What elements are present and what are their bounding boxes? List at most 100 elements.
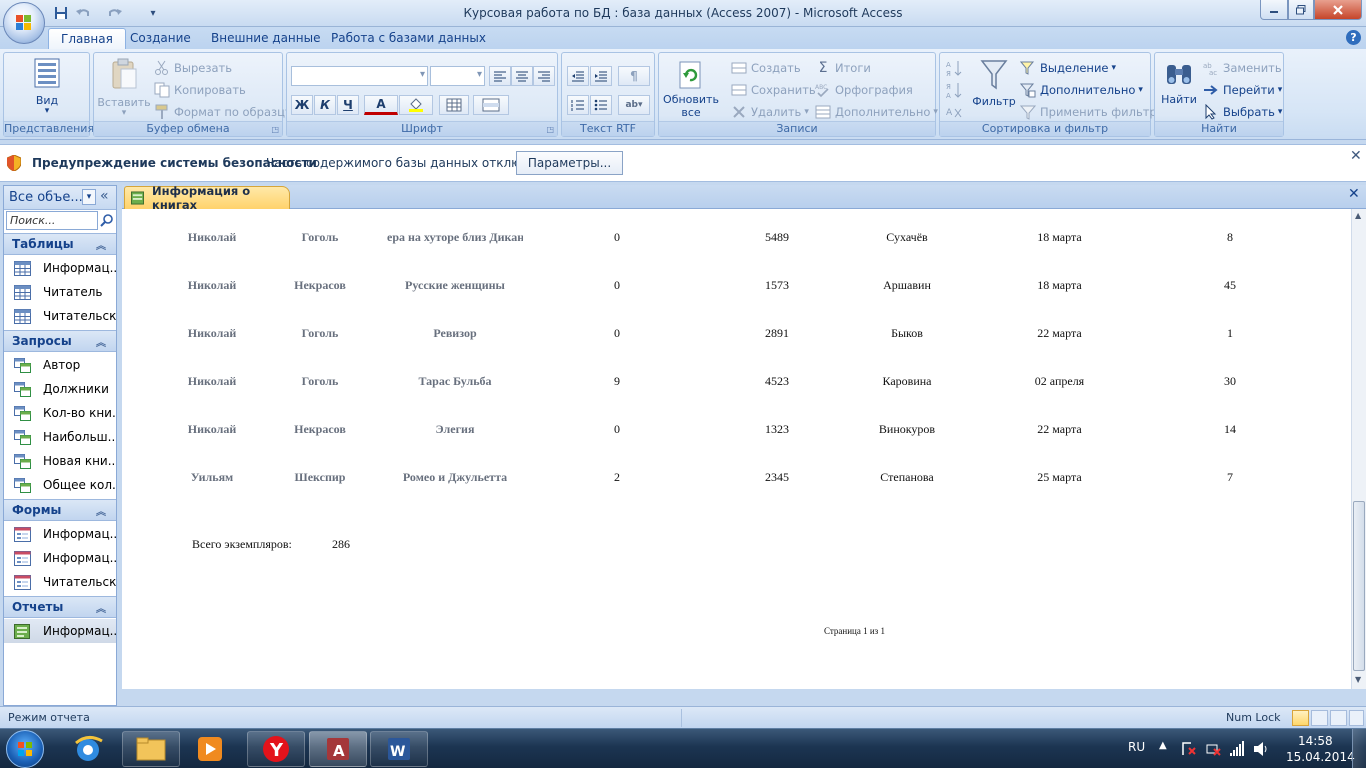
nav-item-form[interactable]: Читательск... (4, 570, 116, 594)
alt-fill-button[interactable] (473, 95, 509, 115)
layout-view-button[interactable] (1330, 710, 1347, 726)
spelling-button[interactable]: ABC Орфография (815, 80, 913, 100)
bullets-button[interactable] (590, 95, 612, 115)
nav-item-form[interactable]: Информац... (4, 546, 116, 570)
toggle-filter-button[interactable]: Применить фильтр (1020, 102, 1157, 122)
collapse-group-icon[interactable]: ︽ (96, 334, 106, 349)
highlight-button[interactable]: ab▾ (618, 95, 650, 115)
document-tab[interactable]: Информация о книгах (124, 184, 290, 212)
align-left-button[interactable] (489, 66, 511, 86)
nav-group-header-table[interactable]: Таблицы ︽ (4, 233, 116, 255)
language-indicator[interactable]: RU (1128, 740, 1145, 754)
restore-button[interactable] (1288, 0, 1314, 20)
taskbar-yandex[interactable]: Y (247, 731, 305, 767)
nav-item-query[interactable]: Должники (4, 377, 116, 401)
nav-item-query[interactable]: Кол-во кни... (4, 401, 116, 425)
cut-button[interactable]: Вырезать (154, 58, 232, 78)
nav-item-table[interactable]: Информац... (4, 256, 116, 280)
taskbar-word[interactable]: W (370, 731, 428, 767)
nav-group-header-report[interactable]: Отчеты ︽ (4, 596, 116, 618)
font-name-combo[interactable] (291, 66, 428, 86)
start-button[interactable] (6, 730, 44, 768)
totals-button[interactable]: Σ Итоги (815, 58, 871, 78)
clear-sort-icon[interactable]: A (946, 103, 962, 119)
save-record-button[interactable]: Сохранить (731, 80, 816, 100)
advanced-filter-button[interactable]: Дополнительно ▾ (1020, 80, 1143, 100)
report-view-button[interactable] (1292, 710, 1309, 726)
scroll-down-icon[interactable]: ▼ (1355, 675, 1361, 684)
close-button[interactable] (1314, 0, 1362, 20)
font-color-button[interactable]: A (364, 95, 398, 115)
nav-item-query[interactable]: Наибольш... (4, 425, 116, 449)
nav-item-table[interactable]: Читательск... (4, 304, 116, 328)
align-center-button[interactable] (511, 66, 533, 86)
nav-search-input[interactable]: Поиск... (6, 211, 98, 230)
nav-item-query[interactable]: Новая кни... (4, 449, 116, 473)
show-desktop-button[interactable] (1352, 729, 1366, 768)
select-button[interactable]: Выбрать ▾ (1203, 102, 1282, 122)
more-records-button[interactable]: Дополнительно ▾ (815, 102, 938, 122)
clock-date[interactable]: 15.04.2014 (1286, 750, 1355, 764)
bold-button[interactable]: Ж (291, 95, 313, 115)
tab-home[interactable]: Главная (48, 28, 126, 50)
paragraph-button[interactable]: ¶ (618, 66, 650, 86)
vertical-scrollbar[interactable]: ▲ ▼ (1351, 209, 1366, 689)
sort-ascending-icon[interactable]: AЯ (946, 59, 962, 77)
tray-expand-icon[interactable]: ▲ (1159, 740, 1167, 751)
volume-icon[interactable] (1253, 741, 1269, 757)
format-painter-button[interactable]: Формат по образцу (154, 102, 292, 122)
office-button[interactable] (3, 2, 45, 44)
font-size-combo[interactable] (430, 66, 485, 86)
network-icon[interactable] (1229, 741, 1245, 757)
new-record-button[interactable]: Создать (731, 58, 801, 78)
taskbar-access[interactable]: A (309, 731, 367, 767)
ie-icon[interactable] (72, 733, 106, 765)
collapse-group-icon[interactable]: ︽ (96, 503, 106, 518)
scrollbar-thumb[interactable] (1353, 501, 1365, 671)
numbering-button[interactable] (567, 95, 589, 115)
search-icon[interactable] (100, 214, 114, 228)
selection-button[interactable]: Выделение ▾ (1020, 58, 1116, 78)
paste-button[interactable]: Вставить ▾ (96, 58, 152, 118)
nav-item-form[interactable]: Информац... (4, 522, 116, 546)
decrease-indent-button[interactable] (567, 66, 589, 86)
sort-descending-icon[interactable]: ЯA (946, 81, 962, 99)
nav-item-query[interactable]: Автор (4, 353, 116, 377)
collapse-pane-icon[interactable]: « (100, 188, 109, 204)
security-options-button[interactable]: Параметры... (516, 151, 623, 175)
replace-button[interactable]: ab ac Заменить (1203, 58, 1282, 78)
dialog-launcher-icon[interactable]: ◳ (546, 125, 554, 134)
collapse-group-icon[interactable]: ︽ (96, 600, 106, 615)
scroll-up-icon[interactable]: ▲ (1355, 211, 1361, 220)
collapse-group-icon[interactable]: ︽ (96, 237, 106, 252)
find-button[interactable]: Найти (1157, 61, 1201, 106)
action-center-icon[interactable] (1181, 741, 1197, 757)
nav-header-title[interactable]: Все объе... (9, 190, 83, 205)
refresh-all-button[interactable]: Обновить все (661, 61, 721, 119)
delete-record-button[interactable]: Удалить ▾ (731, 102, 809, 122)
close-icon[interactable]: ✕ (1350, 148, 1362, 164)
help-icon[interactable]: ? (1346, 30, 1361, 45)
design-view-button[interactable] (1349, 710, 1364, 726)
clock-time[interactable]: 14:58 (1298, 734, 1333, 748)
italic-button[interactable]: К (314, 95, 336, 115)
goto-button[interactable]: Перейти ▾ (1203, 80, 1282, 100)
tab-create[interactable]: Создание (118, 28, 203, 50)
view-button[interactable]: Вид ▾ (24, 58, 70, 116)
tab-database-tools[interactable]: Работа с базами данных (319, 28, 498, 50)
fill-color-button[interactable] (399, 95, 433, 115)
close-document-icon[interactable]: ✕ (1348, 186, 1360, 202)
print-preview-button[interactable] (1311, 710, 1328, 726)
filter-button[interactable]: Фильтр (970, 59, 1018, 108)
increase-indent-button[interactable] (590, 66, 612, 86)
nav-item-query[interactable]: Общее кол... (4, 473, 116, 497)
gridlines-button[interactable] (439, 95, 469, 115)
power-icon[interactable] (1205, 741, 1221, 757)
underline-button[interactable]: Ч (337, 95, 359, 115)
align-right-button[interactable] (533, 66, 555, 86)
nav-group-header-query[interactable]: Запросы ︽ (4, 330, 116, 352)
nav-item-report[interactable]: Информац... (4, 619, 116, 643)
nav-menu-dropdown[interactable]: ▾ (82, 189, 96, 205)
copy-button[interactable]: Копировать (154, 80, 246, 100)
taskbar-explorer[interactable] (122, 731, 180, 767)
